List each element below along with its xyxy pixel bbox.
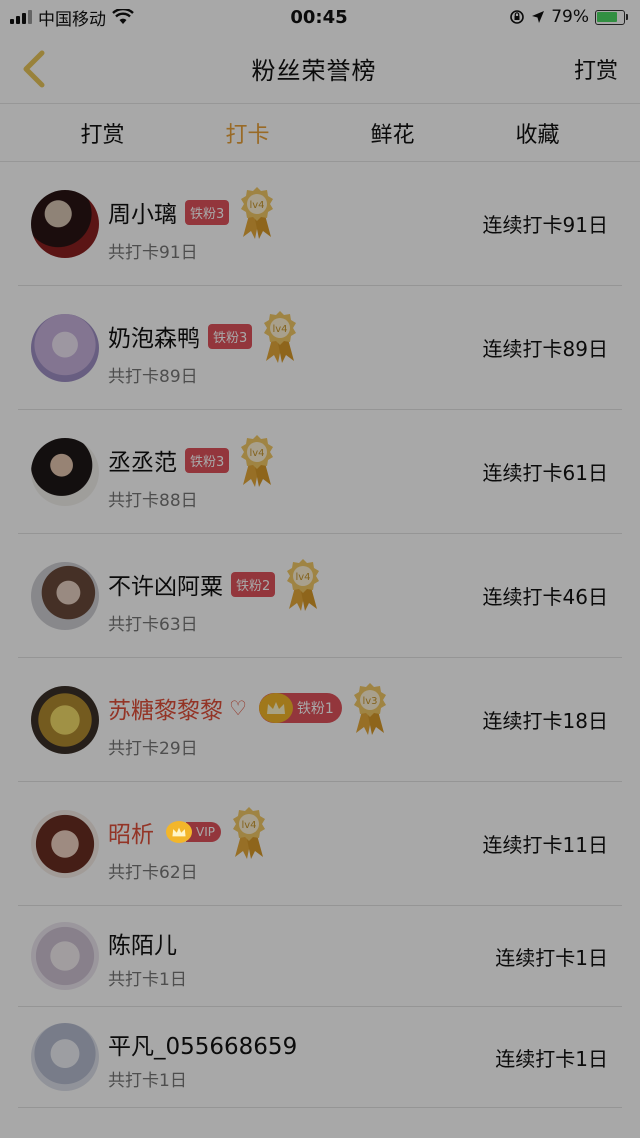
avatar[interactable] [31, 922, 99, 990]
total-checkins: 共打卡63日 [108, 615, 198, 635]
avatar[interactable] [31, 561, 99, 630]
streak-label: 连续打卡46日 [482, 585, 608, 609]
status-right: 79% [408, 7, 628, 27]
medal-icon: lv4 [264, 311, 297, 363]
medal-level: lv4 [296, 572, 311, 583]
total-checkins: 共打卡1日 [108, 1070, 187, 1091]
list-item[interactable]: 丞丞范 铁粉3 lv4 共打卡88日 连续打卡61日 [18, 410, 622, 534]
status-bar: 中国移动 00:45 79% [0, 0, 640, 34]
wifi-icon [112, 9, 134, 24]
medal-level: lv4 [241, 820, 256, 831]
reward-button[interactable]: 打赏 [574, 53, 618, 85]
total-checkins: 共打卡1日 [108, 969, 187, 990]
streak-label: 连续打卡1日 [495, 945, 608, 970]
fan-name: 平凡_055668659 [108, 1033, 298, 1060]
signal-icon [10, 10, 32, 24]
tab-flowers[interactable]: 鲜花 [320, 117, 465, 149]
fan-list: 周小璃 铁粉3 lv4 共打卡91日 连续打卡91日 奶泡森鸭 铁粉3 lv4 … [0, 162, 640, 1108]
fan-level-badge: 铁粉3 [185, 199, 230, 225]
page-title: 粉丝荣誉榜 [251, 57, 377, 85]
total-checkins: 共打卡62日 [108, 863, 198, 883]
avatar[interactable] [31, 1023, 99, 1091]
fan-name: 奶泡森鸭 [108, 326, 200, 352]
medal-level: lv4 [250, 448, 265, 459]
tab-reward[interactable]: 打赏 [30, 117, 175, 149]
total-checkins: 共打卡91日 [108, 243, 198, 263]
fan-level-badge: 铁粉2 [231, 571, 276, 597]
nav-bar: 粉丝荣誉榜 打赏 [0, 34, 640, 104]
back-button[interactable] [14, 49, 54, 89]
orientation-lock-icon [510, 10, 524, 24]
battery-percent: 79% [551, 7, 589, 27]
total-checkins: 共打卡89日 [108, 367, 198, 387]
total-checkins: 共打卡88日 [108, 491, 198, 511]
avatar[interactable] [31, 809, 99, 878]
streak-label: 连续打卡1日 [495, 1046, 608, 1071]
medal-level: lv3 [362, 696, 377, 707]
streak-label: 连续打卡91日 [482, 213, 608, 237]
streak-label: 连续打卡11日 [482, 833, 608, 857]
avatar[interactable] [31, 189, 99, 258]
fan-name: 苏糖黎黎黎 [108, 698, 223, 724]
medal-level: lv4 [273, 324, 288, 335]
heart-icon: ♡ [229, 696, 247, 720]
streak-label: 连续打卡89日 [482, 337, 608, 361]
crown-icon [258, 693, 293, 723]
vip-badge: VIP [166, 821, 221, 843]
total-checkins: 共打卡29日 [108, 739, 198, 759]
medal-icon: lv4 [287, 559, 320, 611]
medal-icon: lv4 [232, 807, 265, 859]
chevron-left-icon [23, 50, 45, 87]
streak-label: 连续打卡18日 [482, 709, 608, 733]
fan-level-badge: 铁粉3 [208, 323, 253, 349]
fan-level-badge: 铁粉1 [296, 701, 334, 717]
medal-icon: lv4 [241, 187, 274, 239]
list-item[interactable]: 不许凶阿粟 铁粉2 lv4 共打卡63日 连续打卡46日 [18, 534, 622, 658]
avatar[interactable] [31, 313, 99, 382]
tab-checkin[interactable]: 打卡 [175, 117, 320, 149]
tab-bar: 打赏 打卡 鲜花 收藏 [0, 104, 640, 162]
list-item[interactable]: 苏糖黎黎黎 ♡ 铁粉1 lv3 共打卡29日 连续打卡18日 [18, 658, 622, 782]
tab-favorites[interactable]: 收藏 [465, 117, 610, 149]
list-item[interactable]: 周小璃 铁粉3 lv4 共打卡91日 连续打卡91日 [18, 162, 622, 286]
fan-level-badge: 铁粉3 [185, 447, 230, 473]
medal-icon: lv3 [353, 683, 386, 735]
crown-fan-badge: 铁粉1 [258, 693, 342, 723]
list-item[interactable]: 平凡_055668659 共打卡1日 连续打卡1日 [18, 1007, 622, 1108]
streak-label: 连续打卡61日 [482, 461, 608, 485]
avatar[interactable] [31, 437, 99, 506]
status-time: 00:45 [290, 6, 348, 28]
fan-name: 昭析 [108, 822, 154, 848]
battery-icon [594, 9, 628, 25]
location-icon [532, 11, 545, 23]
list-item[interactable]: 陈陌儿 共打卡1日 连续打卡1日 [18, 906, 622, 1007]
fan-name: 丞丞范 [108, 450, 177, 476]
status-left: 中国移动 [10, 5, 230, 30]
list-item[interactable]: 奶泡森鸭 铁粉3 lv4 共打卡89日 连续打卡89日 [18, 286, 622, 410]
crown-icon [166, 821, 192, 843]
fan-name: 陈陌儿 [108, 932, 177, 959]
medal-icon: lv4 [241, 435, 274, 487]
list-item[interactable]: 昭析 VIP lv4 共打卡62日 连续打卡11日 [18, 782, 622, 906]
avatar[interactable] [31, 685, 99, 754]
carrier-label: 中国移动 [38, 9, 106, 30]
fan-name: 不许凶阿粟 [108, 574, 223, 600]
fan-name: 周小璃 [108, 202, 177, 228]
medal-level: lv4 [250, 200, 265, 211]
